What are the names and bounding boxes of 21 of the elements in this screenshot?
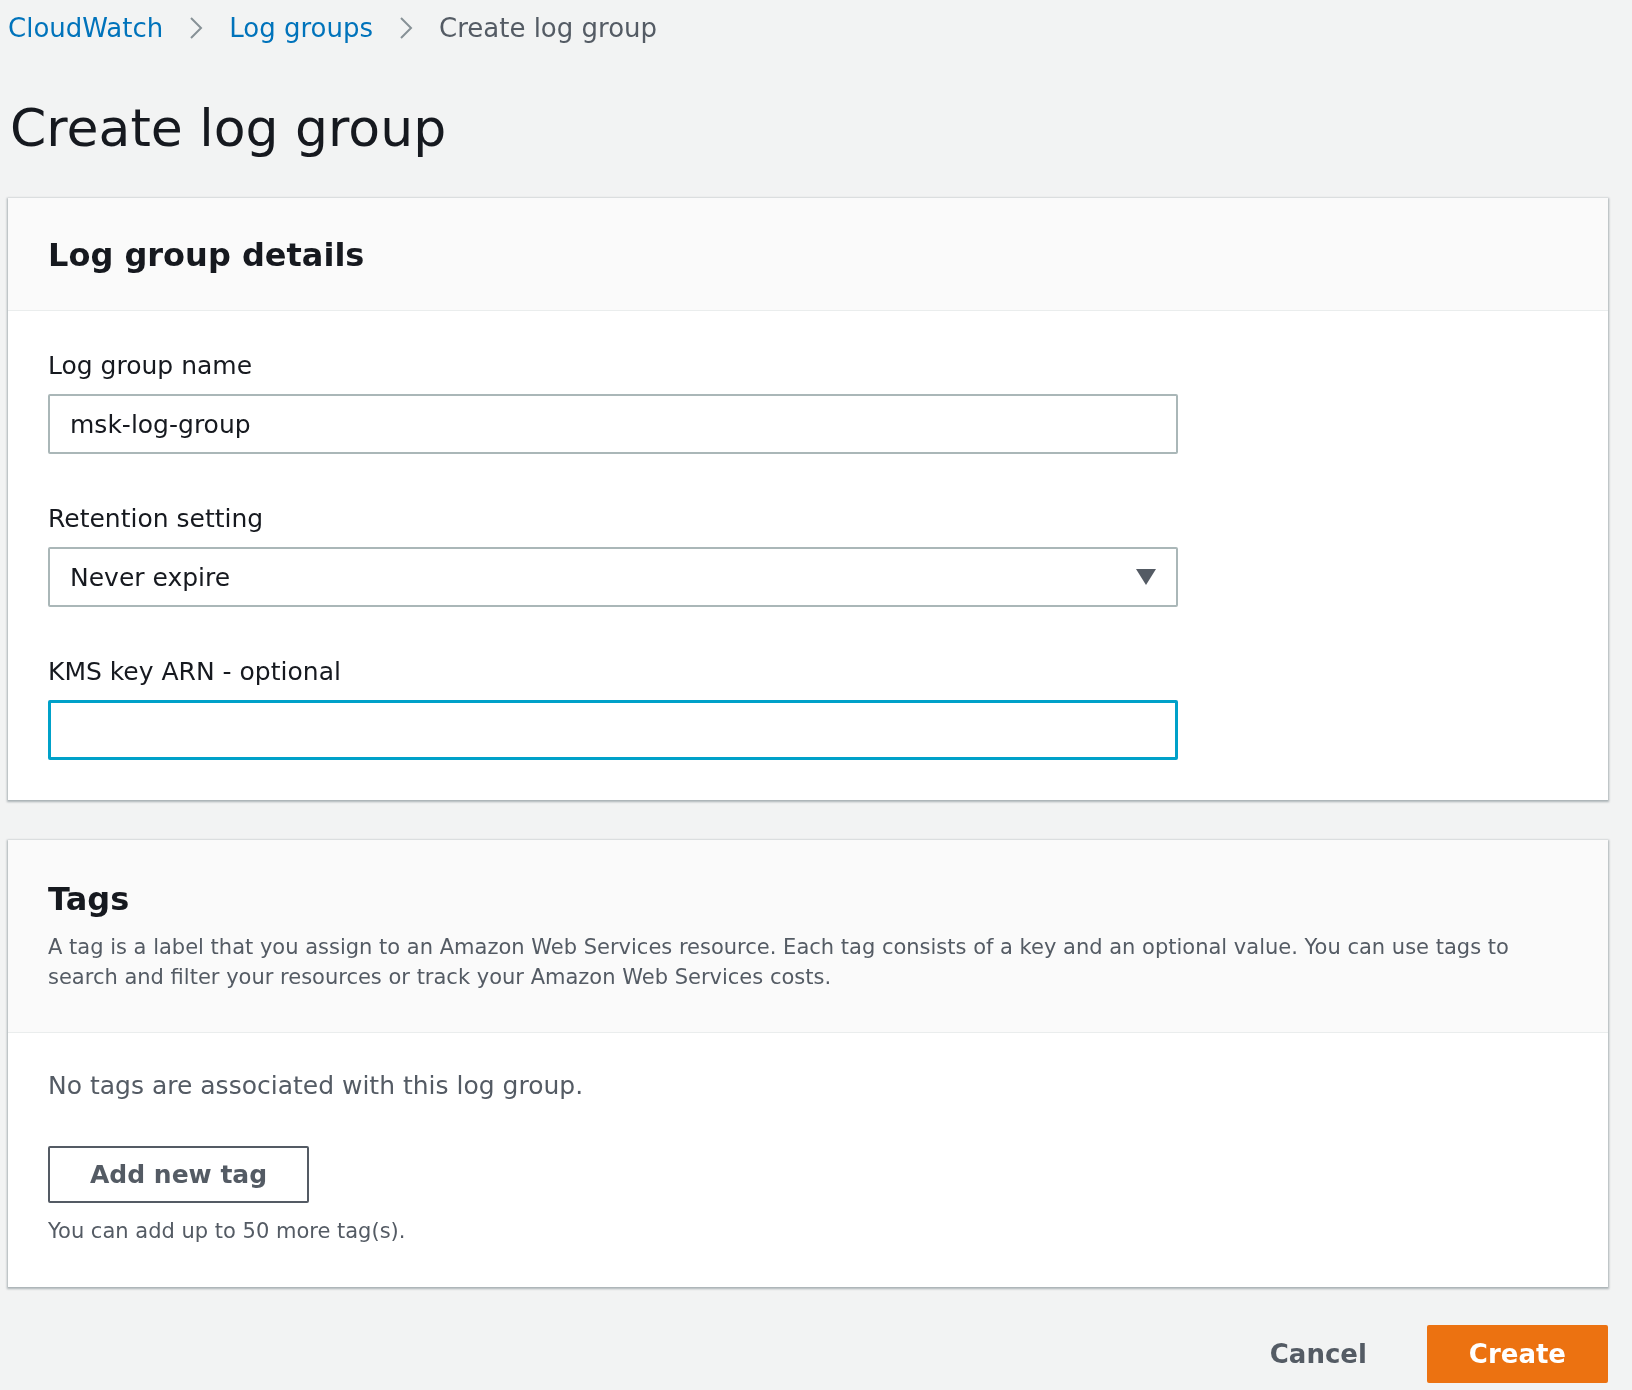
input-field[interactable]: msk-log-group [48,394,1178,454]
cancel-button[interactable]: Cancel [1249,1325,1387,1383]
caret-down-icon [1136,569,1156,585]
select-value: Never expire [70,562,231,592]
breadcrumb-link[interactable]: CloudWatch [8,13,164,43]
panel-heading: Tags [48,880,131,918]
empty-tags-text: No tags are associated with this log group. [48,1071,584,1100]
field-label: KMS key ARN - optional [48,657,342,686]
add-tag-button[interactable]: Add new tag [48,1146,310,1203]
input-field[interactable] [48,700,1178,760]
field-label: Log group name [48,351,254,380]
page-title: Create log group [10,98,448,158]
tag-limit-hint: You can add up to 50 more tag(s). [48,1219,406,1243]
select-field[interactable]: Never expire [48,547,1178,607]
breadcrumb-current: Create log group [439,13,658,43]
panel-heading: Log group details [48,236,366,274]
breadcrumb-link[interactable]: Log groups [229,13,373,43]
chevron-right-icon [399,15,413,41]
field-label: Retention setting [48,504,265,533]
tags-description: A tag is a label that you assign to an Amazon Web Services resource. Each tag consists of a key and an optional value. You can use tags to search and filter your resources or track your Amazon Web Services costs. [48,934,1510,991]
chevron-right-icon [189,15,204,41]
